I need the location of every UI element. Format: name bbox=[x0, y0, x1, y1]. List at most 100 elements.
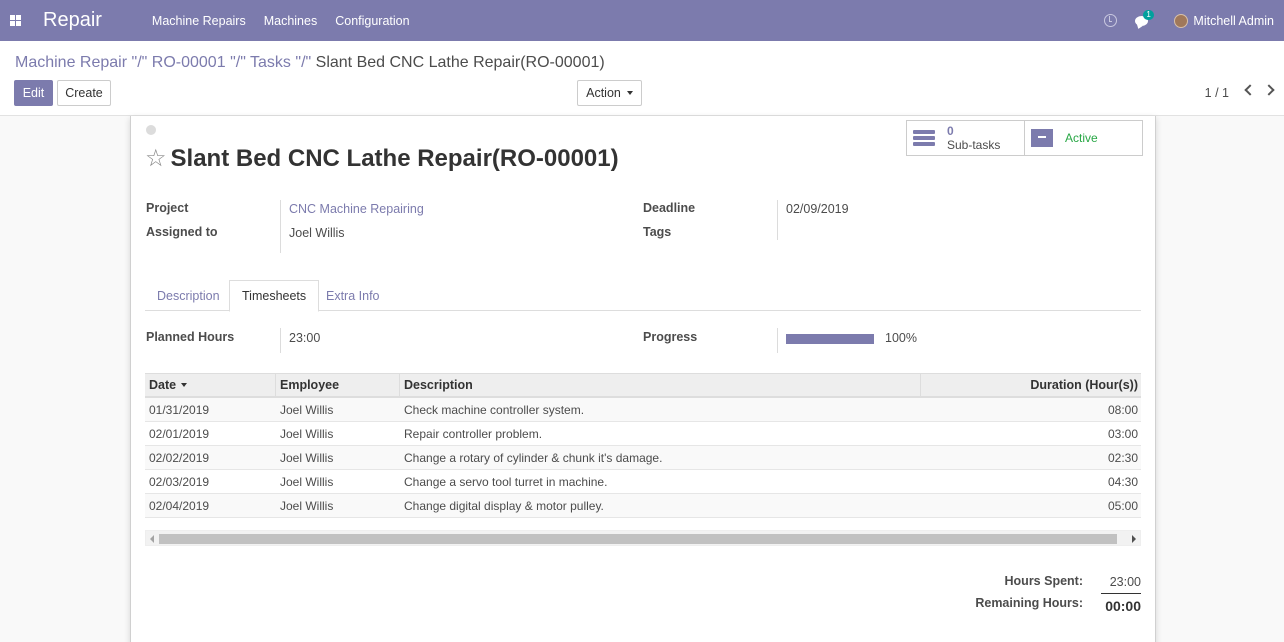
table-row[interactable]: 02/04/2019 Joel Willis Change digital di… bbox=[145, 494, 1141, 518]
table-row[interactable]: 02/02/2019 Joel Willis Change a rotary o… bbox=[145, 446, 1141, 470]
app-name[interactable]: Repair bbox=[43, 9, 102, 32]
tab-extra-info[interactable]: Extra Info bbox=[314, 280, 392, 311]
table-row[interactable]: 02/03/2019 Joel Willis Change a servo to… bbox=[145, 470, 1141, 494]
chat-count-badge: 1 bbox=[1143, 9, 1154, 20]
navbar-systray: 1 Mitchell Admin bbox=[1104, 0, 1284, 41]
pager-next-button[interactable] bbox=[1263, 83, 1278, 97]
column-description[interactable]: Description bbox=[400, 374, 921, 396]
cell-employee: Joel Willis bbox=[280, 498, 334, 513]
field-divider bbox=[280, 200, 281, 253]
menu-machine-repairs[interactable]: Machine Repairs bbox=[152, 14, 246, 28]
cell-date: 01/31/2019 bbox=[149, 402, 210, 417]
field-divider bbox=[777, 328, 778, 353]
cell-employee: Joel Willis bbox=[280, 474, 334, 489]
scroll-right-icon[interactable] bbox=[1132, 535, 1136, 543]
cell-description: Change a servo tool turret in machine. bbox=[404, 474, 608, 489]
active-label: Active bbox=[1065, 131, 1098, 145]
caret-down-icon bbox=[626, 91, 633, 95]
breadcrumb: Machine Repair "/" RO-00001 "/" Tasks "/… bbox=[15, 54, 605, 72]
tags-label: Tags bbox=[643, 225, 672, 239]
chevron-right-icon bbox=[1263, 84, 1275, 96]
menu-machines[interactable]: Machines bbox=[264, 14, 318, 28]
archive-icon bbox=[1031, 129, 1053, 147]
sort-desc-icon bbox=[181, 383, 188, 387]
chat-icon[interactable]: 1 bbox=[1135, 9, 1154, 26]
main-menu: Machine Repairs Machines Configuration bbox=[152, 14, 428, 28]
progress-text: 100% bbox=[885, 331, 917, 345]
project-link[interactable]: CNC Machine Repairing bbox=[289, 202, 424, 216]
edit-button[interactable]: Edit bbox=[14, 80, 53, 106]
breadcrumb-separator: "/" bbox=[230, 54, 246, 71]
cell-date: 02/04/2019 bbox=[149, 498, 210, 513]
breadcrumb-machine-repair[interactable]: Machine Repair bbox=[15, 54, 127, 71]
deadline-value: 02/09/2019 bbox=[786, 202, 849, 216]
field-divider bbox=[280, 328, 281, 353]
smart-button-box: 0 Sub-tasks Active bbox=[906, 120, 1143, 156]
breadcrumb-tasks[interactable]: Tasks bbox=[250, 54, 291, 71]
record-title: Slant Bed CNC Lathe Repair(RO-00001) bbox=[170, 144, 619, 172]
cell-duration: 05:00 bbox=[1107, 498, 1138, 513]
subtasks-label: Sub-tasks bbox=[947, 138, 1001, 152]
breadcrumb-separator: "/" bbox=[295, 54, 312, 71]
cell-description: Change a rotary of cylinder & chunk it's… bbox=[404, 450, 663, 465]
apps-menu-icon[interactable] bbox=[0, 0, 30, 41]
cell-description: Check machine controller system. bbox=[404, 402, 585, 417]
remaining-hours-value: 00:00 bbox=[1105, 598, 1141, 614]
assigned-label: Assigned to bbox=[146, 225, 218, 239]
scroll-left-icon[interactable] bbox=[150, 535, 154, 543]
cell-employee: Joel Willis bbox=[280, 426, 334, 441]
table-header: Date Employee Description Duration (Hour… bbox=[145, 373, 1141, 398]
project-label: Project bbox=[146, 201, 189, 215]
deadline-label: Deadline bbox=[643, 201, 696, 215]
timesheet-table: Date Employee Description Duration (Hour… bbox=[145, 373, 1141, 518]
planned-hours-value: 23:00 bbox=[289, 331, 321, 345]
table-row[interactable]: 01/31/2019 Joel Willis Check machine con… bbox=[145, 398, 1141, 422]
star-icon[interactable]: ☆ bbox=[145, 144, 167, 173]
pager-value[interactable]: 1 / 1 bbox=[1205, 86, 1229, 100]
activity-clock-icon[interactable] bbox=[1104, 14, 1118, 27]
table-row[interactable]: 02/01/2019 Joel Willis Repair controller… bbox=[145, 422, 1141, 446]
kanban-state-icon[interactable] bbox=[146, 125, 156, 135]
subtasks-count: 0 bbox=[947, 124, 954, 138]
table-body: 01/31/2019 Joel Willis Check machine con… bbox=[145, 398, 1141, 518]
subtasks-button[interactable]: 0 Sub-tasks bbox=[907, 121, 1024, 155]
cell-duration: 08:00 bbox=[1107, 402, 1138, 417]
cell-date: 02/02/2019 bbox=[149, 450, 210, 465]
remaining-hours-label: Remaining Hours: bbox=[975, 596, 1083, 610]
hours-spent-label: Hours Spent: bbox=[1004, 574, 1083, 588]
column-date[interactable]: Date bbox=[145, 374, 276, 396]
cell-description: Repair controller problem. bbox=[404, 426, 543, 441]
cell-description: Change digital display & motor pulley. bbox=[404, 498, 604, 513]
cell-date: 02/03/2019 bbox=[149, 474, 210, 489]
tab-timesheets[interactable]: Timesheets bbox=[229, 280, 320, 312]
notebook-tabs: Description Timesheets Extra Info bbox=[145, 280, 1141, 312]
field-divider bbox=[777, 200, 778, 240]
progress-label: Progress bbox=[643, 330, 698, 344]
column-duration[interactable]: Duration (Hour(s)) bbox=[921, 374, 1141, 396]
form-sheet: 0 Sub-tasks Active ☆ Slant Bed CNC Lathe… bbox=[130, 116, 1156, 642]
pager-previous-button[interactable] bbox=[1242, 83, 1256, 97]
tab-description[interactable]: Description bbox=[145, 280, 232, 311]
cell-duration: 02:30 bbox=[1107, 450, 1138, 465]
action-label: Action bbox=[586, 86, 621, 100]
user-menu[interactable]: Mitchell Admin bbox=[1193, 14, 1274, 28]
action-dropdown[interactable]: Action bbox=[577, 80, 642, 106]
menu-configuration[interactable]: Configuration bbox=[335, 14, 409, 28]
create-button[interactable]: Create bbox=[57, 80, 111, 106]
user-avatar[interactable] bbox=[1174, 13, 1189, 28]
active-toggle-button[interactable]: Active bbox=[1024, 121, 1142, 155]
scrollbar-thumb[interactable] bbox=[159, 534, 1117, 544]
cell-employee: Joel Willis bbox=[280, 402, 334, 417]
title-row: ☆ Slant Bed CNC Lathe Repair(RO-00001) bbox=[145, 144, 619, 173]
totals-divider bbox=[1101, 593, 1141, 594]
cell-duration: 03:00 bbox=[1107, 426, 1138, 441]
column-employee[interactable]: Employee bbox=[276, 374, 400, 396]
breadcrumb-current: Slant Bed CNC Lathe Repair(RO-00001) bbox=[315, 54, 605, 71]
horizontal-scrollbar[interactable] bbox=[145, 530, 1141, 546]
tasks-icon bbox=[913, 129, 935, 147]
breadcrumb-repair-order[interactable]: RO-00001 bbox=[152, 54, 226, 71]
hours-spent-value: 23:00 bbox=[1109, 575, 1141, 589]
progress-bar bbox=[786, 334, 874, 344]
cell-date: 02/01/2019 bbox=[149, 426, 210, 441]
breadcrumb-separator: "/" bbox=[131, 54, 148, 71]
